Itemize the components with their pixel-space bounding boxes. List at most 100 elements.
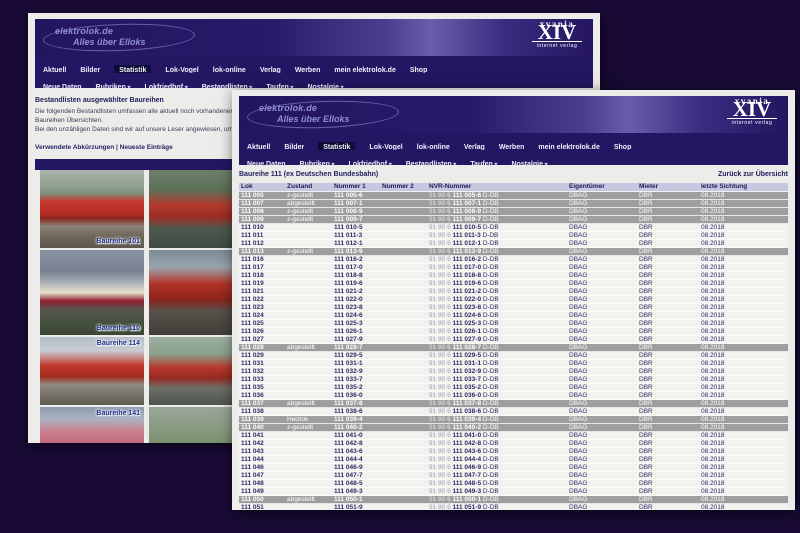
nav-item-werben[interactable]: Werben: [499, 144, 525, 150]
cell-eigentuemer: DBAG: [567, 280, 637, 287]
nvr-prefix: 91 80 6: [429, 392, 453, 399]
cell-mieter: DBR: [637, 408, 699, 415]
table-row-111-027: 111 027111 027-991 80 6 111 027-9 D-DBDB…: [239, 336, 788, 344]
cell-nummer1: 111 021-2: [332, 288, 380, 295]
nav-item-verlag[interactable]: Verlag: [260, 67, 281, 73]
nvr-number: 111 050-1: [453, 496, 482, 503]
nvr-number: 111 019-6: [453, 280, 482, 287]
nav-item-taufen[interactable]: Taufen ▾: [266, 84, 293, 88]
nav-item-lokfriedhof[interactable]: Lokfriedhof ▾: [349, 161, 392, 165]
nav-item-lok-online[interactable]: lok-online: [213, 67, 246, 73]
cell-mieter: DBR: [637, 464, 699, 471]
nav-item-neue-daten[interactable]: Neue Daten: [247, 161, 286, 165]
cell-eigentuemer: DBAG: [567, 416, 637, 423]
table-row-111-024: 111 024111 024-691 80 6 111 024-6 D-DBDB…: [239, 312, 788, 320]
cell-letzte-sichtung: 08.2018: [699, 256, 788, 263]
locomotive-photo-baureihe-141[interactable]: Baureihe 141: [40, 407, 144, 443]
nav-item-nostalgie[interactable]: Nostalgie ▾: [307, 84, 343, 88]
cell-eigentuemer: DBAG: [567, 360, 637, 367]
nvr-prefix: 91 80 6: [429, 376, 453, 383]
cell-nvr-nummer: 91 80 6 111 040-2 D-DB: [427, 424, 567, 431]
cell-letzte-sichtung: 08.2018: [699, 336, 788, 343]
locomotive-photo-baureihe-114[interactable]: Baureihe 114: [40, 337, 144, 405]
nav-item-bestandlisten[interactable]: Bestandlisten ▾: [202, 84, 253, 88]
cell-zustand: [285, 312, 332, 319]
cell-mieter: DBR: [637, 496, 699, 503]
photo-caption: Baureihe 110: [97, 325, 140, 332]
nav-item-bilder[interactable]: Bilder: [80, 67, 100, 73]
cell-eigentuemer: DBAG: [567, 472, 637, 479]
cell-eigentuemer: DBAG: [567, 440, 637, 447]
cell-eigentuemer: DBAG: [567, 352, 637, 359]
cell-eigentuemer: DBAG: [567, 480, 637, 487]
back-to-overview-link[interactable]: Zurück zur Übersicht: [718, 171, 788, 178]
column-header-lok: Lok: [239, 183, 285, 191]
nav-item-statistik[interactable]: Statistik: [114, 65, 151, 73]
cell-zustand: [285, 256, 332, 263]
cell-zustand: [285, 464, 332, 471]
cell-nummer1: 111 011-3: [332, 232, 380, 239]
cell-mieter: DBR: [637, 280, 699, 287]
nav-item-verlag[interactable]: Verlag: [464, 144, 485, 150]
cell-zustand: abgestellt: [285, 400, 332, 407]
cell-zustand: [285, 472, 332, 479]
nav-item-shop[interactable]: Shop: [410, 67, 428, 73]
nvr-prefix: 91 80 6: [429, 208, 453, 215]
cell-letzte-sichtung: 08.2018: [699, 488, 788, 495]
nav-item-bilder[interactable]: Bilder: [284, 144, 304, 150]
nav-item-rubriken[interactable]: Rubriken ▾: [300, 161, 335, 165]
nav-item-mein-elektrolok-de[interactable]: mein elektrolok.de: [538, 144, 599, 150]
cell-nummer2: [380, 304, 427, 311]
cell-nummer1: 111 037-8: [332, 400, 380, 407]
nav-item-lokfriedhof[interactable]: Lokfriedhof ▾: [145, 84, 188, 88]
table-row-111-005: 111 005z-gestellt111 005-691 80 6 111 00…: [239, 192, 788, 200]
locomotive-photo-baureihe-101[interactable]: Baureihe 101: [40, 170, 144, 248]
cell-lok: 111 029: [239, 352, 285, 359]
cell-eigentuemer: DBAG: [567, 400, 637, 407]
cell-mieter: DBR: [637, 272, 699, 279]
nvr-suffix: D-DB: [481, 240, 499, 247]
nvr-prefix: 91 80 6: [429, 248, 453, 255]
lok-bestand-table: LokZustandNummer 1Nummer 2NVR-NummerEige…: [239, 183, 788, 510]
link-neueste-eintraege[interactable]: Neueste Einträge: [120, 144, 173, 151]
cell-mieter: DBR: [637, 368, 699, 375]
nav-item-neue-daten[interactable]: Neue Daten: [43, 84, 82, 88]
site-logo[interactable]: elektrolok.deAlles über Elloks: [247, 100, 407, 129]
cell-eigentuemer: DBAG: [567, 288, 637, 295]
cell-zustand: [285, 360, 332, 367]
nav-item-lok-vogel[interactable]: Lok-Vogel: [369, 144, 402, 150]
nav-item-mein-elektrolok-de[interactable]: mein elektrolok.de: [334, 67, 395, 73]
nvr-suffix: D-DB: [481, 344, 499, 351]
nvr-suffix: D-DB: [481, 264, 499, 271]
nav-item-shop[interactable]: Shop: [614, 144, 632, 150]
site-logo[interactable]: elektrolok.deAlles über Elloks: [43, 23, 203, 52]
publisher-tagline: internet verlag: [532, 41, 582, 49]
photo-caption: Baureihe 101: [96, 238, 140, 245]
cell-mieter: DBR: [637, 256, 699, 263]
cell-eigentuemer: DBAG: [567, 496, 637, 503]
publisher-tagline: internet verlag: [727, 118, 777, 126]
cell-eigentuemer: DBAG: [567, 504, 637, 510]
cell-letzte-sichtung: 08.2018: [699, 232, 788, 239]
nav-item-taufen[interactable]: Taufen ▾: [470, 161, 497, 165]
cell-letzte-sichtung: 08.2018: [699, 304, 788, 311]
nav-item-aktuell[interactable]: Aktuell: [247, 144, 270, 150]
cell-zustand: [285, 320, 332, 327]
cell-mieter: DBR: [637, 376, 699, 383]
nav-item-werben[interactable]: Werben: [295, 67, 321, 73]
chevron-down-icon: ▾: [183, 85, 188, 88]
cell-mieter: DBR: [637, 192, 699, 199]
nav-item-rubriken[interactable]: Rubriken ▾: [96, 84, 131, 88]
cell-mieter: DBR: [637, 216, 699, 223]
nav-item-aktuell[interactable]: Aktuell: [43, 67, 66, 73]
nav-item-nostalgie[interactable]: Nostalgie ▾: [511, 161, 547, 165]
link-verwendete-abkuerzungen[interactable]: Verwendete Abkürzungen: [35, 144, 114, 151]
nav-item-statistik[interactable]: Statistik: [318, 142, 355, 150]
nvr-suffix: D-DB: [481, 368, 499, 375]
nav-item-lok-online[interactable]: lok-online: [417, 144, 450, 150]
locomotive-photo-baureihe-110[interactable]: Baureihe 110: [40, 250, 144, 335]
nav-item-bestandlisten[interactable]: Bestandlisten ▾: [406, 161, 457, 165]
cell-eigentuemer: DBAG: [567, 336, 637, 343]
nav-item-lok-vogel[interactable]: Lok-Vogel: [165, 67, 198, 73]
table-row-111-032: 111 032111 032-991 80 6 111 032-9 D-DBDB…: [239, 368, 788, 376]
